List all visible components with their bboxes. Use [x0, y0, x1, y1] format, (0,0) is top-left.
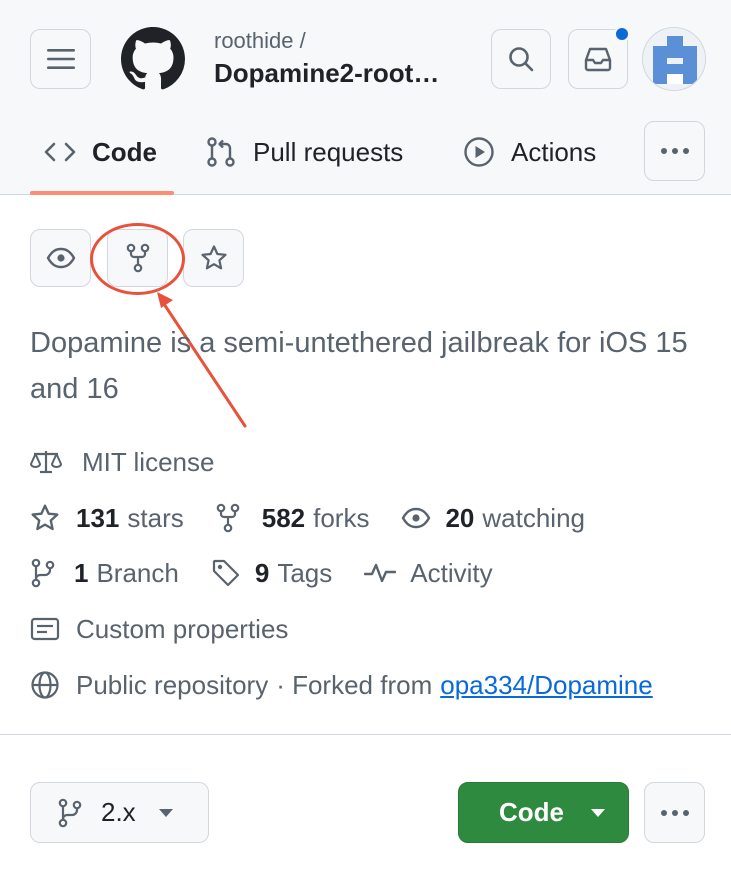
- license-label: MIT license: [82, 446, 215, 477]
- repo-owner-link[interactable]: roothide /: [214, 28, 306, 54]
- pulse-icon: [364, 563, 397, 583]
- avatar[interactable]: [642, 27, 706, 91]
- watching-count[interactable]: 20: [445, 503, 474, 534]
- tab-pull-requests[interactable]: Pull requests: [205, 130, 403, 174]
- stars-label[interactable]: stars: [127, 503, 183, 534]
- tab-code[interactable]: Code: [44, 130, 157, 174]
- note-icon: [30, 617, 60, 641]
- watch-button[interactable]: [30, 229, 91, 287]
- section-divider: [0, 734, 731, 735]
- forks-count[interactable]: 582: [262, 503, 305, 534]
- repo-name-link[interactable]: Dopamine2-root…: [214, 58, 439, 89]
- stats-row: 131 stars 582 forks 20 watching: [30, 498, 585, 538]
- code-dropdown-button[interactable]: Code: [458, 782, 629, 843]
- notification-indicator: [614, 26, 630, 42]
- fork-icon: [216, 503, 240, 533]
- tab-code-label: Code: [92, 136, 157, 167]
- more-options-button[interactable]: [644, 782, 705, 843]
- branch-label[interactable]: Branch: [96, 558, 178, 589]
- github-mark-icon: [121, 27, 185, 90]
- eye-icon: [46, 247, 75, 269]
- star-icon: [31, 504, 59, 531]
- caret-down-icon: [591, 808, 605, 817]
- license-row[interactable]: MIT license: [30, 442, 214, 482]
- hamburger-icon: [46, 49, 75, 69]
- tab-pull-requests-label: Pull requests: [253, 136, 404, 167]
- kebab-horizontal-icon: [660, 148, 689, 154]
- code-button-label: Code: [499, 797, 564, 827]
- repo-header: roothide / Dopamine2-root… Code Pull req…: [0, 0, 731, 195]
- kebab-horizontal-icon: [660, 809, 689, 816]
- search-button[interactable]: [491, 29, 551, 89]
- branch-name: 2.x: [101, 797, 136, 827]
- tab-actions[interactable]: Actions: [463, 130, 596, 174]
- law-icon: [30, 451, 62, 474]
- git-branch-icon: [58, 798, 82, 827]
- custom-properties-row[interactable]: Custom properties: [30, 609, 288, 649]
- tab-actions-label: Actions: [511, 136, 597, 167]
- forks-label[interactable]: forks: [313, 503, 369, 534]
- star-button[interactable]: [183, 229, 244, 287]
- caret-down-icon: [158, 808, 173, 817]
- github-logo[interactable]: [121, 27, 185, 96]
- visibility-row: Public repository · Forked from opa334/D…: [30, 665, 653, 705]
- stars-count[interactable]: 131: [76, 503, 119, 534]
- git-pull-request-icon: [207, 137, 235, 167]
- custom-properties-label: Custom properties: [76, 613, 289, 644]
- tags-count[interactable]: 9: [255, 558, 269, 589]
- selected-tab-underline: [30, 191, 174, 195]
- search-icon: [509, 47, 534, 72]
- menu-button[interactable]: [30, 29, 91, 89]
- forked-from-prefix: · Forked from: [276, 669, 433, 700]
- git-branch-icon: [31, 558, 55, 588]
- watching-label[interactable]: watching: [482, 503, 585, 534]
- refs-row: 1 Branch 9 Tags Activity: [30, 553, 493, 593]
- branch-selector-button[interactable]: 2.x: [30, 782, 209, 843]
- globe-icon: [31, 671, 59, 699]
- play-icon: [464, 137, 494, 167]
- tag-icon: [212, 559, 239, 587]
- eye-icon: [402, 507, 431, 529]
- repo-description: Dopamine is a semi-untethered jailbreak …: [30, 327, 688, 405]
- inbox-icon: [584, 47, 612, 72]
- tags-label[interactable]: Tags: [277, 558, 332, 589]
- tabs-more-button[interactable]: [644, 121, 705, 181]
- user-avatar-icon: [643, 28, 705, 90]
- activity-label[interactable]: Activity: [410, 558, 492, 589]
- forked-from-link[interactable]: opa334/Dopamine: [440, 670, 653, 701]
- branch-count[interactable]: 1: [74, 558, 88, 589]
- code-icon: [44, 142, 76, 162]
- visibility-label: Public repository: [76, 669, 269, 700]
- star-icon: [200, 245, 227, 270]
